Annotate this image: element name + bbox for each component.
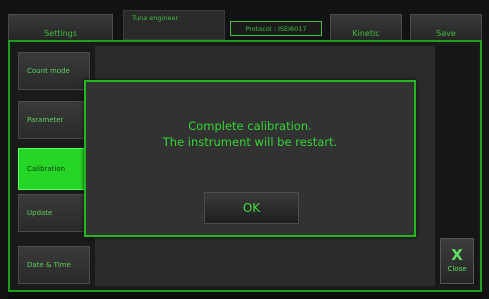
top-tab-bar: Settings Tuna engineer Protocol : ISEI60… [8,8,482,40]
dialog-message-line1: Complete calibration. [188,119,312,133]
sidebar-item-parameter[interactable]: Parameter [18,101,90,139]
tab-settings-label: Settings [44,29,77,38]
screen-background: Settings Tuna engineer Protocol : ISEI60… [0,0,489,299]
close-icon: X [451,246,463,264]
sidebar: Count mode Parameter Calibration Update … [12,44,92,288]
calibration-dialog: Complete calibration. The instrument wil… [84,80,416,237]
sidebar-item-count-mode[interactable]: Count mode [18,52,90,90]
bottom-strip [8,292,482,299]
sidebar-item-label: Calibration [27,165,66,173]
protocol-text: Protocol : ISEI6017 [245,24,307,33]
sidebar-item-label: Update [27,209,53,217]
sidebar-item-date-time[interactable]: Date & Time [18,246,90,284]
protocol-label: Protocol : ISEI6017 [230,21,322,36]
tab-save-label: Save [436,29,456,38]
tab-settings[interactable]: Settings [8,14,113,40]
dialog-message-line2: The instrument will be restart. [162,135,338,149]
sidebar-item-label: Parameter [27,116,64,124]
dialog-message: Complete calibration. The instrument wil… [86,118,414,150]
sidebar-item-label: Count mode [27,67,70,75]
tab-save[interactable]: Save [410,14,482,40]
ok-button[interactable]: OK [204,192,299,224]
close-label: Close [447,265,467,273]
tab-kinetic[interactable]: Kinetic [330,14,402,40]
tab-tuna[interactable]: Tuna engineer [123,10,225,40]
close-button[interactable]: X Close [440,238,474,284]
sidebar-item-update[interactable]: Update [18,194,90,232]
sidebar-item-calibration[interactable]: Calibration [18,148,90,190]
tab-kinetic-label: Kinetic [352,29,380,38]
ok-button-label: OK [242,201,261,215]
sidebar-item-label: Date & Time [27,261,71,269]
tab-tuna-label: Tuna engineer [132,14,179,22]
